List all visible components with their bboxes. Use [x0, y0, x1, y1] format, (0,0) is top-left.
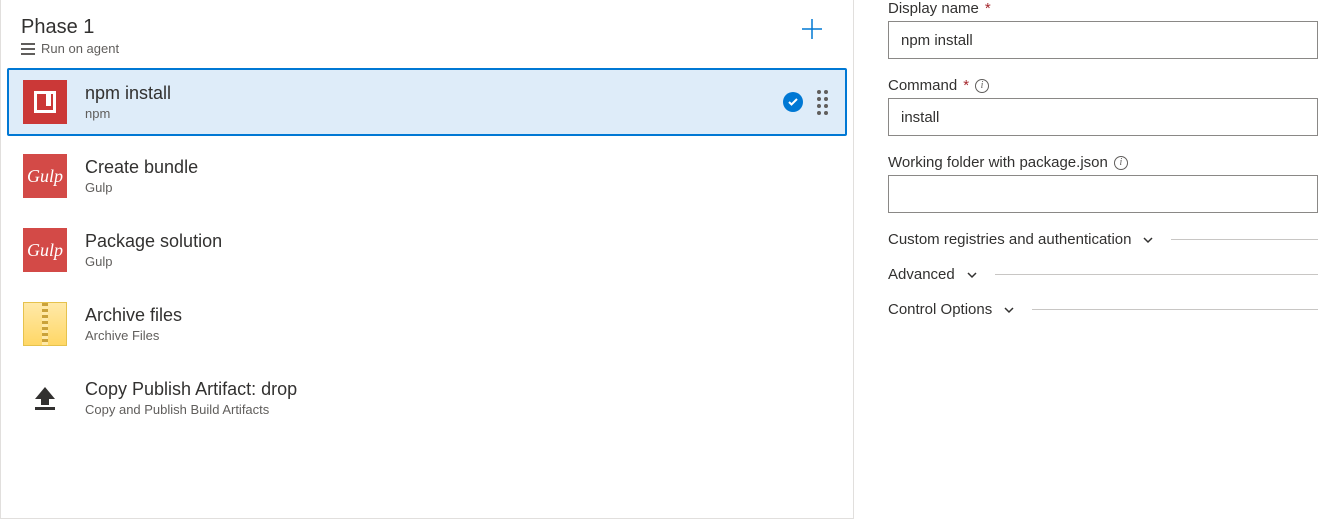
- tasks-pane: Phase 1 Run on agent npm install npm: [0, 0, 854, 519]
- npm-icon: [23, 80, 67, 124]
- working-folder-label: Working folder with package.json: [888, 154, 1108, 171]
- chevron-down-icon: [1002, 303, 1016, 317]
- task-title: Archive files: [85, 305, 831, 326]
- task-subtitle: Copy and Publish Build Artifacts: [85, 402, 831, 417]
- gulp-icon: Gulp: [23, 154, 67, 198]
- display-name-label: Display name: [888, 0, 979, 17]
- task-item-copy-publish-artifact[interactable]: Copy Publish Artifact: drop Copy and Pub…: [7, 364, 847, 432]
- section-control-options[interactable]: Control Options: [888, 301, 1318, 318]
- task-item-npm-install[interactable]: npm install npm: [7, 68, 847, 136]
- working-folder-group: Working folder with package.json i: [888, 154, 1318, 213]
- section-divider: [1032, 309, 1318, 310]
- check-icon: [783, 92, 803, 112]
- command-group: Command * i: [888, 77, 1318, 136]
- task-title: Package solution: [85, 231, 831, 252]
- section-label: Advanced: [888, 266, 955, 283]
- info-icon[interactable]: i: [975, 79, 989, 93]
- info-icon[interactable]: i: [1114, 156, 1128, 170]
- agent-icon: [21, 43, 35, 55]
- task-subtitle: Gulp: [85, 254, 831, 269]
- task-title: Copy Publish Artifact: drop: [85, 379, 831, 400]
- task-item-package-solution[interactable]: Gulp Package solution Gulp: [7, 216, 847, 284]
- phase-title: Phase 1: [21, 16, 119, 39]
- required-indicator: *: [985, 0, 991, 17]
- upload-icon: [23, 376, 67, 420]
- task-details-pane: Display name * Command * i Working folde…: [854, 0, 1318, 519]
- display-name-input[interactable]: [888, 21, 1318, 59]
- required-indicator: *: [963, 77, 969, 94]
- chevron-down-icon: [965, 268, 979, 282]
- command-label: Command: [888, 77, 957, 94]
- section-advanced[interactable]: Advanced: [888, 266, 1318, 283]
- phase-subtitle: Run on agent: [41, 41, 119, 56]
- phase-header[interactable]: Phase 1 Run on agent: [7, 6, 847, 66]
- section-label: Control Options: [888, 301, 992, 318]
- drag-handle-icon[interactable]: [817, 90, 831, 114]
- task-title: Create bundle: [85, 157, 831, 178]
- section-divider: [995, 274, 1318, 275]
- task-title: npm install: [85, 83, 765, 104]
- gulp-icon: Gulp: [23, 228, 67, 272]
- task-list: npm install npm Gulp Create bundle: [7, 68, 847, 432]
- task-subtitle: Archive Files: [85, 328, 831, 343]
- task-subtitle: npm: [85, 106, 765, 121]
- chevron-down-icon: [1141, 233, 1155, 247]
- archive-icon: [23, 302, 67, 346]
- working-folder-input[interactable]: [888, 175, 1318, 213]
- display-name-group: Display name *: [888, 0, 1318, 59]
- command-input[interactable]: [888, 98, 1318, 136]
- task-item-create-bundle[interactable]: Gulp Create bundle Gulp: [7, 142, 847, 210]
- phase-subtitle-row: Run on agent: [21, 41, 119, 56]
- section-label: Custom registries and authentication: [888, 231, 1131, 248]
- task-item-archive-files[interactable]: Archive files Archive Files: [7, 290, 847, 358]
- task-subtitle: Gulp: [85, 180, 831, 195]
- section-custom-registries[interactable]: Custom registries and authentication: [888, 231, 1318, 248]
- add-task-button[interactable]: [791, 16, 833, 47]
- section-divider: [1171, 239, 1318, 240]
